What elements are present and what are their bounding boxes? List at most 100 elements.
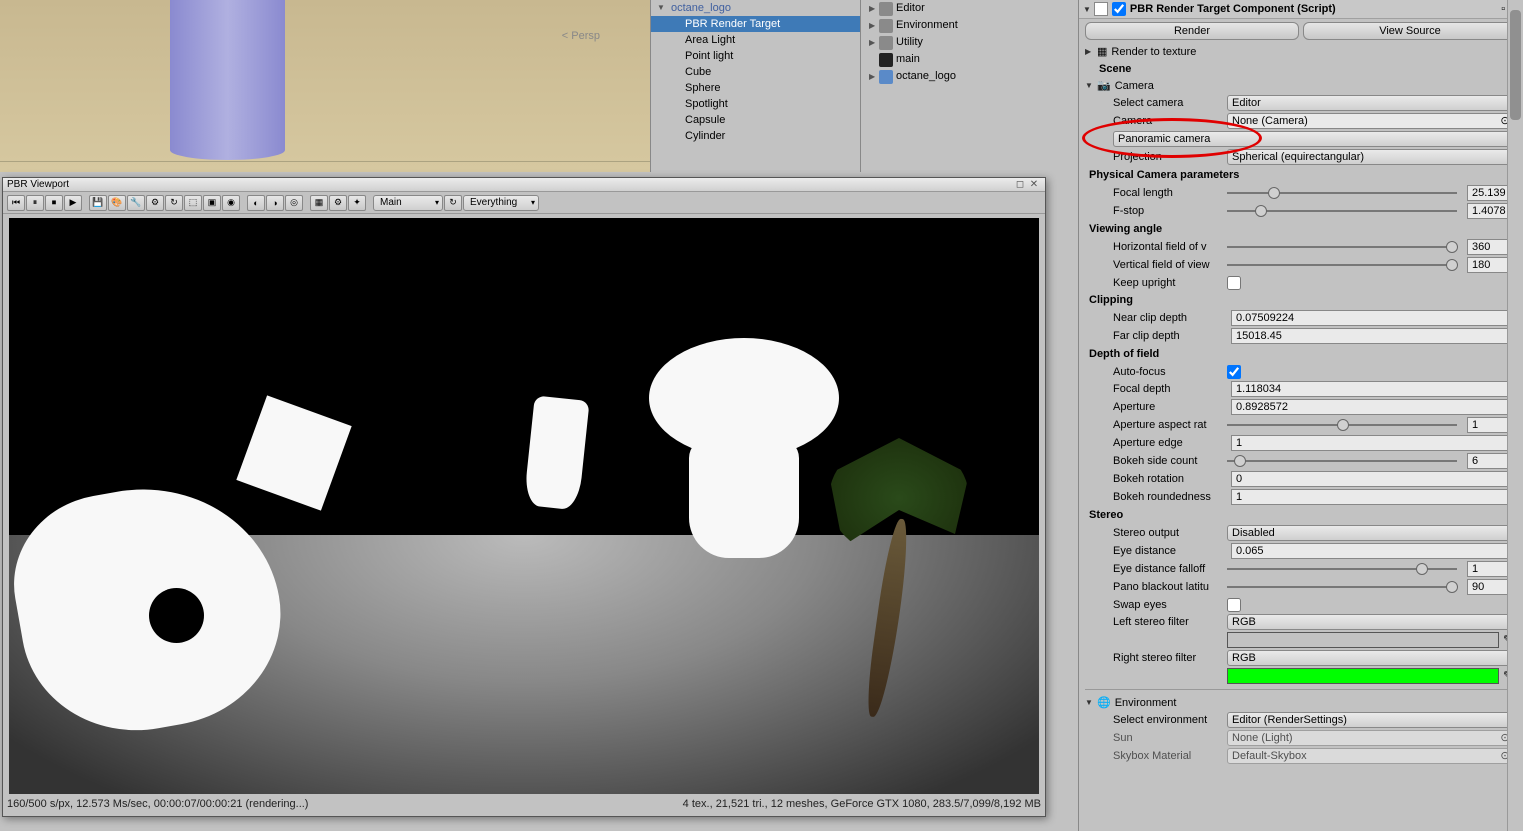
horiz-fov-slider[interactable] bbox=[1227, 240, 1457, 254]
projection-dropdown[interactable]: Spherical (equirectangular) bbox=[1227, 149, 1517, 165]
toolbar-btn[interactable]: ◑ bbox=[266, 195, 284, 211]
near-clip-input[interactable]: 0.07509224 bbox=[1231, 310, 1517, 326]
auto-focus-label: Auto-focus bbox=[1085, 366, 1227, 378]
component-enable-checkbox[interactable] bbox=[1112, 2, 1126, 16]
toolbar-btn[interactable]: ⏹ bbox=[45, 195, 63, 211]
foldout-icon[interactable]: ▼ bbox=[1085, 81, 1097, 90]
project-item[interactable]: main bbox=[861, 51, 1078, 68]
focal-length-label: Focal length bbox=[1085, 187, 1227, 199]
toolbar-btn[interactable]: ◎ bbox=[285, 195, 303, 211]
layers-dropdown[interactable]: Everything bbox=[463, 195, 539, 211]
hierarchy-root[interactable]: octane_logo bbox=[651, 0, 860, 16]
environment-header: Environment bbox=[1115, 697, 1245, 709]
focal-length-slider[interactable] bbox=[1227, 186, 1457, 200]
bokeh-rot-input[interactable]: 0 bbox=[1231, 471, 1517, 487]
foldout-icon[interactable]: ▼ bbox=[1083, 5, 1091, 14]
close-icon[interactable]: ✕ bbox=[1027, 179, 1041, 190]
clipping-header: Clipping bbox=[1085, 291, 1517, 309]
select-camera-dropdown[interactable]: Editor bbox=[1227, 95, 1517, 111]
view-source-button[interactable]: View Source bbox=[1303, 22, 1517, 40]
render-button[interactable]: Render bbox=[1085, 22, 1299, 40]
hierarchy-item[interactable]: Point light bbox=[651, 48, 860, 64]
stereo-output-dropdown[interactable]: Disabled bbox=[1227, 525, 1517, 541]
pano-blackout-slider[interactable] bbox=[1227, 580, 1457, 594]
render-shape-hole bbox=[149, 588, 204, 643]
eye-falloff-slider[interactable] bbox=[1227, 562, 1457, 576]
aperture-label: Aperture bbox=[1085, 401, 1227, 413]
hierarchy-item[interactable]: Cube bbox=[651, 64, 860, 80]
far-clip-input[interactable]: 15018.45 bbox=[1231, 328, 1517, 344]
aperture-input[interactable]: 0.8928572 bbox=[1231, 399, 1517, 415]
left-filter-dropdown[interactable]: RGB bbox=[1227, 614, 1517, 630]
camera-select-dropdown[interactable]: Main bbox=[373, 195, 443, 211]
toolbar-btn[interactable]: 🎨 bbox=[108, 195, 126, 211]
right-filter-color[interactable] bbox=[1227, 668, 1499, 684]
left-filter-color[interactable] bbox=[1227, 632, 1499, 648]
script-icon bbox=[1094, 2, 1108, 16]
inspector-scrollbar[interactable] bbox=[1507, 0, 1523, 831]
hierarchy-item[interactable]: Capsule bbox=[651, 112, 860, 128]
toolbar-btn[interactable]: ↻ bbox=[444, 195, 462, 211]
toolbar-btn[interactable]: ⬚ bbox=[184, 195, 202, 211]
right-filter-dropdown[interactable]: RGB bbox=[1227, 650, 1517, 666]
viewport-titlebar[interactable]: PBR Viewport ◻ ✕ bbox=[3, 178, 1045, 192]
foldout-icon[interactable]: ▶ bbox=[1085, 47, 1097, 56]
scrollbar-thumb[interactable] bbox=[1510, 10, 1521, 120]
aperture-edge-input[interactable]: 1 bbox=[1231, 435, 1517, 451]
project-item[interactable]: ▶Editor bbox=[861, 0, 1078, 17]
toolbar-btn[interactable]: ↻ bbox=[165, 195, 183, 211]
project-item[interactable]: ▶Utility bbox=[861, 34, 1078, 51]
component-header[interactable]: ▼ PBR Render Target Component (Script) ▫… bbox=[1079, 0, 1523, 19]
camera-object-field[interactable]: None (Camera)⊙ bbox=[1227, 113, 1517, 129]
auto-focus-checkbox[interactable] bbox=[1227, 365, 1241, 379]
toolbar-btn[interactable]: ◉ bbox=[222, 195, 240, 211]
scene-view[interactable]: < Persp bbox=[0, 0, 650, 172]
toolbar-btn[interactable]: ▣ bbox=[203, 195, 221, 211]
vert-fov-slider[interactable] bbox=[1227, 258, 1457, 272]
project-item[interactable]: ▶octane_logo bbox=[861, 68, 1078, 85]
pbr-viewport-window[interactable]: PBR Viewport ◻ ✕ ⏮ ⏸ ⏹ ▶ 💾 🎨 🔧 ⚙ ↻ ⬚ ▣ ◉… bbox=[2, 177, 1046, 817]
hierarchy-panel[interactable]: octane_logo PBR Render Target Area Light… bbox=[650, 0, 860, 172]
toolbar-btn[interactable]: ▶ bbox=[64, 195, 82, 211]
focal-depth-label: Focal depth bbox=[1085, 383, 1227, 395]
toolbar-btn[interactable]: ◐ bbox=[247, 195, 265, 211]
eye-distance-input[interactable]: 0.065 bbox=[1231, 543, 1517, 559]
unity-scene-icon bbox=[879, 53, 893, 67]
select-env-dropdown[interactable]: Editor (RenderSettings) bbox=[1227, 712, 1517, 728]
scene-header: Scene bbox=[1085, 63, 1215, 75]
hierarchy-item[interactable]: Area Light bbox=[651, 32, 860, 48]
help-icon[interactable]: ▫ bbox=[1501, 3, 1505, 15]
aperture-ratio-slider[interactable] bbox=[1227, 418, 1457, 432]
toolbar-btn[interactable]: ▦ bbox=[310, 195, 328, 211]
toolbar-btn[interactable]: 🔧 bbox=[127, 195, 145, 211]
hierarchy-item[interactable]: Cylinder bbox=[651, 128, 860, 144]
keep-upright-checkbox[interactable] bbox=[1227, 276, 1241, 290]
toolbar-btn[interactable]: ⏸ bbox=[26, 195, 44, 211]
project-item[interactable]: ▶Environment bbox=[861, 17, 1078, 34]
toolbar-btn[interactable]: 💾 bbox=[89, 195, 107, 211]
toolbar-btn[interactable]: ⚙ bbox=[146, 195, 164, 211]
render-viewport[interactable] bbox=[9, 218, 1039, 794]
maximize-icon[interactable]: ◻ bbox=[1013, 179, 1027, 190]
render-to-texture-label: Render to texture bbox=[1111, 46, 1241, 58]
foldout-icon[interactable]: ▼ bbox=[1085, 698, 1097, 707]
hierarchy-item-selected[interactable]: PBR Render Target bbox=[651, 16, 860, 32]
project-panel[interactable]: ▶Editor ▶Environment ▶Utility main ▶octa… bbox=[860, 0, 1078, 172]
projection-label: Projection bbox=[1085, 151, 1227, 163]
bokeh-round-input[interactable]: 1 bbox=[1231, 489, 1517, 505]
skybox-object-field[interactable]: Default-Skybox⊙ bbox=[1227, 748, 1517, 764]
near-clip-label: Near clip depth bbox=[1085, 312, 1227, 324]
toolbar-btn[interactable]: ✦ bbox=[348, 195, 366, 211]
sun-object-field[interactable]: None (Light)⊙ bbox=[1227, 730, 1517, 746]
inspector-panel[interactable]: ▼ PBR Render Target Component (Script) ▫… bbox=[1078, 0, 1523, 831]
bokeh-sides-slider[interactable] bbox=[1227, 454, 1457, 468]
swap-eyes-checkbox[interactable] bbox=[1227, 598, 1241, 612]
toolbar-btn[interactable]: ⏮ bbox=[7, 195, 25, 211]
f-stop-slider[interactable] bbox=[1227, 204, 1457, 218]
toolbar-btn[interactable]: ⚙ bbox=[329, 195, 347, 211]
focal-depth-input[interactable]: 1.118034 bbox=[1231, 381, 1517, 397]
panoramic-camera-dropdown[interactable]: Panoramic camera bbox=[1113, 131, 1517, 147]
viewport-toolbar: ⏮ ⏸ ⏹ ▶ 💾 🎨 🔧 ⚙ ↻ ⬚ ▣ ◉ ◐ ◑ ◎ ▦ ⚙ ✦ Main… bbox=[3, 192, 1045, 214]
hierarchy-item[interactable]: Sphere bbox=[651, 80, 860, 96]
hierarchy-item[interactable]: Spotlight bbox=[651, 96, 860, 112]
